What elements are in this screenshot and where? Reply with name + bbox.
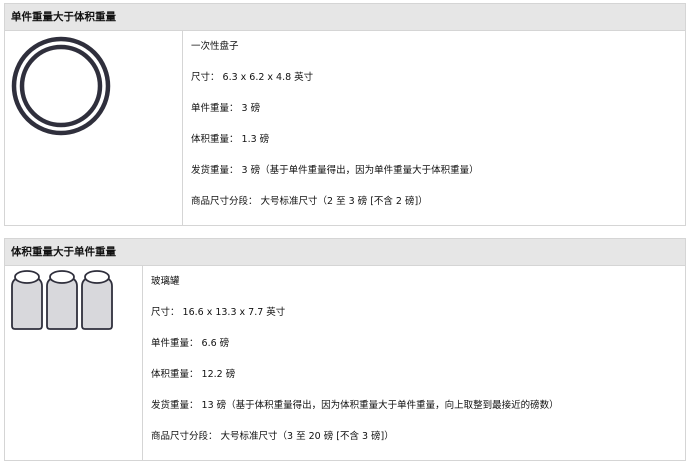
dimensional-weight-text: 体积重量： 1.3 磅 bbox=[191, 134, 270, 145]
unit-weight-text: 单件重量： 6.6 磅 bbox=[151, 338, 230, 349]
unit-weight-text: 单件重量： 3 磅 bbox=[191, 103, 261, 114]
section-body: 玻璃罐 尺寸： 16.6 x 13.3 x 7.7 英寸 单件重量： 6.6 磅… bbox=[5, 266, 685, 460]
glass-jars-icon bbox=[11, 270, 113, 330]
size-tier-text: 商品尺寸分段： 大号标准尺寸（2 至 3 磅 [不含 2 磅]） bbox=[191, 196, 428, 207]
plate-icon bbox=[11, 36, 111, 136]
dimensions-text: 尺寸： 16.6 x 13.3 x 7.7 英寸 bbox=[151, 307, 286, 318]
section-heading: 体积重量大于单件重量 bbox=[5, 239, 685, 266]
image-cell bbox=[5, 266, 143, 460]
dimensions-text: 尺寸： 6.3 x 6.2 x 4.8 英寸 bbox=[191, 72, 314, 83]
details-cell: 玻璃罐 尺寸： 16.6 x 13.3 x 7.7 英寸 单件重量： 6.6 磅… bbox=[143, 266, 685, 460]
section-dimensional-weight-greater: 体积重量大于单件重量 玻璃罐 尺寸： 16.6 x 13.3 x 7.7 英寸 bbox=[4, 238, 686, 461]
shipping-weight-text: 发货重量： 3 磅（基于单件重量得出，因为单件重量大于体积重量） bbox=[191, 165, 479, 176]
shipping-weight-text: 发货重量： 13 磅（基于体积重量得出，因为体积重量大于单件重量，向上取整到最接… bbox=[151, 400, 559, 411]
section-heading: 单件重量大于体积重量 bbox=[5, 4, 685, 31]
details-cell: 一次性盘子 尺寸： 6.3 x 6.2 x 4.8 英寸 单件重量： 3 磅 体… bbox=[183, 31, 685, 225]
size-tier-text: 商品尺寸分段： 大号标准尺寸（3 至 20 磅 [不含 3 磅]） bbox=[151, 431, 394, 442]
product-name: 一次性盘子 bbox=[191, 41, 239, 52]
product-name: 玻璃罐 bbox=[151, 276, 180, 287]
dimensional-weight-text: 体积重量： 12.2 磅 bbox=[151, 369, 236, 380]
section-body: 一次性盘子 尺寸： 6.3 x 6.2 x 4.8 英寸 单件重量： 3 磅 体… bbox=[5, 31, 685, 225]
section-actual-weight-greater: 单件重量大于体积重量 一次性盘子 尺寸： 6.3 x 6.2 x 4.8 英寸 … bbox=[4, 3, 686, 226]
image-cell bbox=[5, 31, 183, 225]
